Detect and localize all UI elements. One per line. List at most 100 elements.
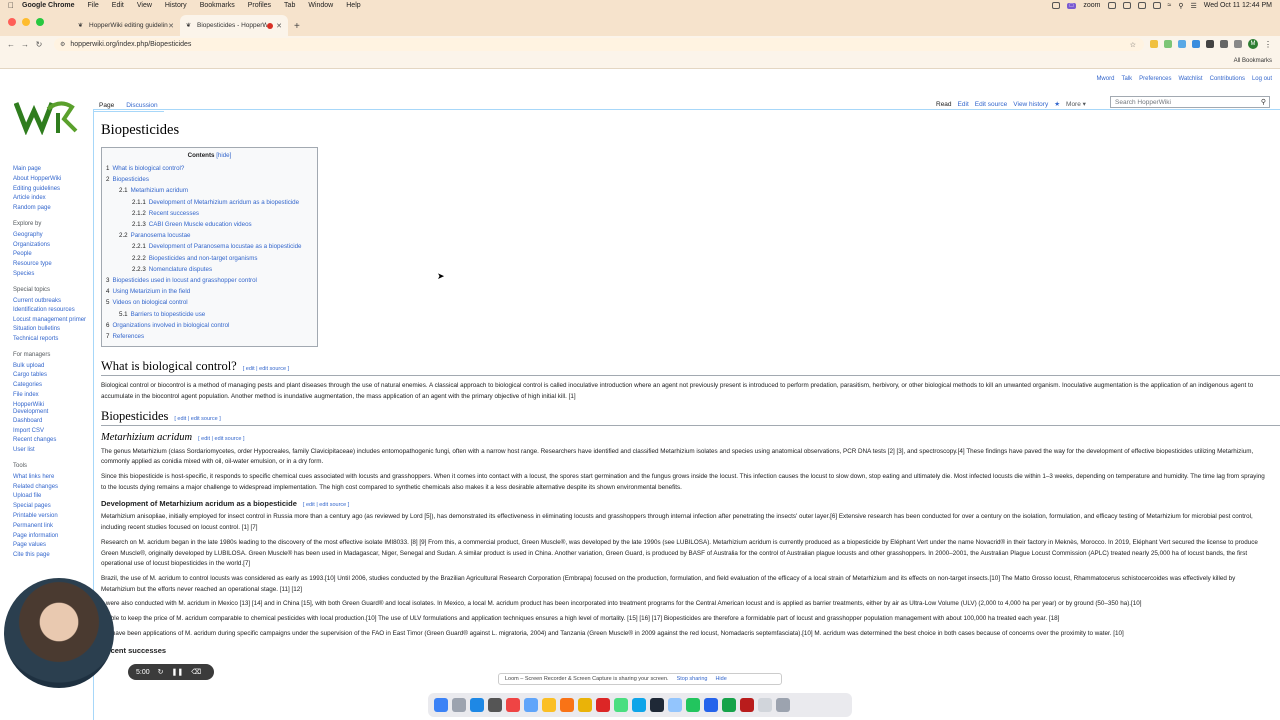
maximize-window-button[interactable] xyxy=(36,18,44,26)
tab-editing-guidelines[interactable]: ❦ HopperWiki editing guidelines ✕ xyxy=(72,15,180,36)
restart-icon[interactable]: ↻ xyxy=(158,668,164,676)
control-center-icon[interactable]: ☰ xyxy=(1190,2,1196,10)
chrome-menu-icon[interactable]: ⋮ xyxy=(1264,40,1272,49)
sidebar-item-geography[interactable]: Geography xyxy=(13,231,93,241)
sidebar-item-related-changes[interactable]: Related changes xyxy=(13,483,93,493)
puzzle-extensions-icon[interactable] xyxy=(1206,40,1214,48)
sidebar-item-identification[interactable]: Identification resources xyxy=(13,306,93,316)
toc-item[interactable]: 7 References xyxy=(106,331,313,342)
calendar-icon[interactable] xyxy=(506,698,520,712)
toc-item[interactable]: 1 What is biological control? xyxy=(106,163,313,174)
tab-edit[interactable]: Edit xyxy=(958,101,969,108)
sidebar-item-current-outbreaks[interactable]: Current outbreaks xyxy=(13,297,93,307)
mic-icon[interactable] xyxy=(1051,2,1060,9)
sidebar-item-page-values[interactable]: Page values xyxy=(13,541,93,551)
edit-link[interactable]: [ edit | edit source ] xyxy=(174,416,220,422)
tab-view-history[interactable]: View history xyxy=(1013,101,1048,108)
excel-icon[interactable] xyxy=(722,698,736,712)
menu-history[interactable]: History xyxy=(165,2,187,9)
search-icon[interactable]: ⚲ xyxy=(1261,98,1266,106)
edit-link[interactable]: [ edit | edit source ] xyxy=(303,502,349,508)
spotify-icon[interactable] xyxy=(686,698,700,712)
all-bookmarks-button[interactable]: All Bookmarks xyxy=(1234,58,1272,64)
menu-profiles[interactable]: Profiles xyxy=(248,2,271,9)
messages-icon[interactable] xyxy=(614,698,628,712)
section-edit-links[interactable]: [ edit | edit source ] xyxy=(174,416,220,422)
sidebar-item-management-primer[interactable]: Locust management primer xyxy=(13,316,93,325)
word-icon[interactable] xyxy=(704,698,718,712)
section-edit-links[interactable]: [ edit | edit source ] xyxy=(198,436,244,442)
sidebar-item-cargo-tables[interactable]: Cargo tables xyxy=(13,371,93,381)
sidebar-item-random-page[interactable]: Random page xyxy=(13,204,93,214)
address-bar[interactable]: ⚙ hopperwiki.org/index.php/Biopesticides… xyxy=(54,38,1144,51)
launchpad-icon[interactable] xyxy=(452,698,466,712)
contributions-link[interactable]: Contributions xyxy=(1210,76,1245,82)
talk-link[interactable]: Talk xyxy=(1121,76,1132,82)
toc-hide-toggle[interactable]: [hide] xyxy=(216,152,231,159)
acrobat-icon[interactable] xyxy=(740,698,754,712)
sidebar-item-upload-file[interactable]: Upload file xyxy=(13,492,93,502)
menu-bookmarks[interactable]: Bookmarks xyxy=(200,2,235,9)
edit-link[interactable]: [ edit | edit source ] xyxy=(198,436,244,442)
sidebar-item-main-page[interactable]: Main page xyxy=(13,165,93,175)
sidebar-item-editing-guidelines[interactable]: Editing guidelines xyxy=(13,185,93,195)
menu-tab[interactable]: Tab xyxy=(284,2,295,9)
sidebar-item-about[interactable]: About HopperWiki xyxy=(13,175,93,185)
toc-item[interactable]: 2.1 Metarhizium acridum xyxy=(106,185,313,196)
hopperwiki-logo[interactable] xyxy=(14,97,78,135)
chrome-icon[interactable] xyxy=(542,698,556,712)
toc-item[interactable]: 2.2 Paranosema locustae xyxy=(106,230,313,241)
zoom-label[interactable]: zoom xyxy=(1083,2,1100,9)
toc-item[interactable]: 2 Biopesticides xyxy=(106,174,313,185)
pause-icon[interactable]: ❚❚ xyxy=(172,668,184,676)
sidebar-item-dashboard[interactable]: Dashboard xyxy=(13,417,93,427)
more-menu[interactable]: More ▾ xyxy=(1066,100,1086,108)
toc-item[interactable]: 2.2.1 Development of Paranosema locustae … xyxy=(106,241,313,252)
watchlist-link[interactable]: Watchlist xyxy=(1178,76,1202,82)
logout-link[interactable]: Log out xyxy=(1252,76,1272,82)
extension-status-icon[interactable] xyxy=(1137,2,1146,9)
forward-icon[interactable]: → xyxy=(18,40,32,49)
toc-item[interactable]: 4 Using Metarizium in the field xyxy=(106,286,313,297)
sidebar-item-recent-changes[interactable]: Recent changes xyxy=(13,436,93,446)
back-icon[interactable]: ← xyxy=(4,40,18,49)
menu-app-name[interactable]: Google Chrome xyxy=(22,2,75,9)
zoom-status-icon[interactable]: □ xyxy=(1066,2,1077,9)
settings-icon[interactable] xyxy=(488,698,502,712)
extension-icon[interactable] xyxy=(1192,40,1200,48)
extension-icon[interactable] xyxy=(1150,40,1158,48)
tab-edit-source[interactable]: Edit source xyxy=(975,101,1008,108)
sidebar-item-technical-reports[interactable]: Technical reports xyxy=(13,335,93,345)
sidebar-item-people[interactable]: People xyxy=(13,250,93,260)
sidebar-item-bulk-upload[interactable]: Bulk upload xyxy=(13,362,93,372)
menu-help[interactable]: Help xyxy=(346,2,360,9)
sidebar-item-file-index[interactable]: File index xyxy=(13,391,93,401)
sidebar-item-import-csv[interactable]: Import CSV xyxy=(13,427,93,437)
sidebar-item-cite-page[interactable]: Cite this page xyxy=(13,551,93,561)
sidebar-item-situation-bulletins[interactable]: Situation bulletins xyxy=(13,325,93,335)
zoom-app-icon[interactable] xyxy=(632,698,646,712)
toc-item[interactable]: 3 Biopesticides used in locust and grassh… xyxy=(106,275,313,286)
hide-banner-button[interactable]: Hide xyxy=(715,676,726,682)
toc-item[interactable]: 2.1.3 CABI Green Muscle education videos xyxy=(106,219,313,230)
extension-icon[interactable] xyxy=(1164,40,1172,48)
downloads-folder-icon[interactable] xyxy=(758,698,772,712)
sidebar-item-page-information[interactable]: Page information xyxy=(13,532,93,542)
minimize-window-button[interactable] xyxy=(22,18,30,26)
menu-edit[interactable]: Edit xyxy=(112,2,124,9)
search-input[interactable]: Search HopperWiki ⚲ xyxy=(1110,96,1270,108)
toc-item[interactable]: 2.1.2 Recent successes xyxy=(106,208,313,219)
new-tab-button[interactable]: + xyxy=(294,21,300,32)
sidebar-item-organizations[interactable]: Organizations xyxy=(13,241,93,251)
app-icon[interactable] xyxy=(596,698,610,712)
stop-sharing-button[interactable]: Stop sharing xyxy=(677,676,708,682)
section-edit-links[interactable]: [ edit | edit source ] xyxy=(243,366,289,372)
menu-file[interactable]: File xyxy=(88,2,99,9)
sidebar-item-permanent-link[interactable]: Permanent link xyxy=(13,522,93,532)
sidebar-item-printable-version[interactable]: Printable version xyxy=(13,512,93,522)
side-panel-icon[interactable] xyxy=(1234,40,1242,48)
sidebar-item-special-pages[interactable]: Special pages xyxy=(13,502,93,512)
sidebar-item-development[interactable]: HopperWiki Development xyxy=(13,401,53,417)
section-edit-links[interactable]: [ edit | edit source ] xyxy=(303,502,349,508)
watch-star-icon[interactable]: ★ xyxy=(1054,100,1060,108)
